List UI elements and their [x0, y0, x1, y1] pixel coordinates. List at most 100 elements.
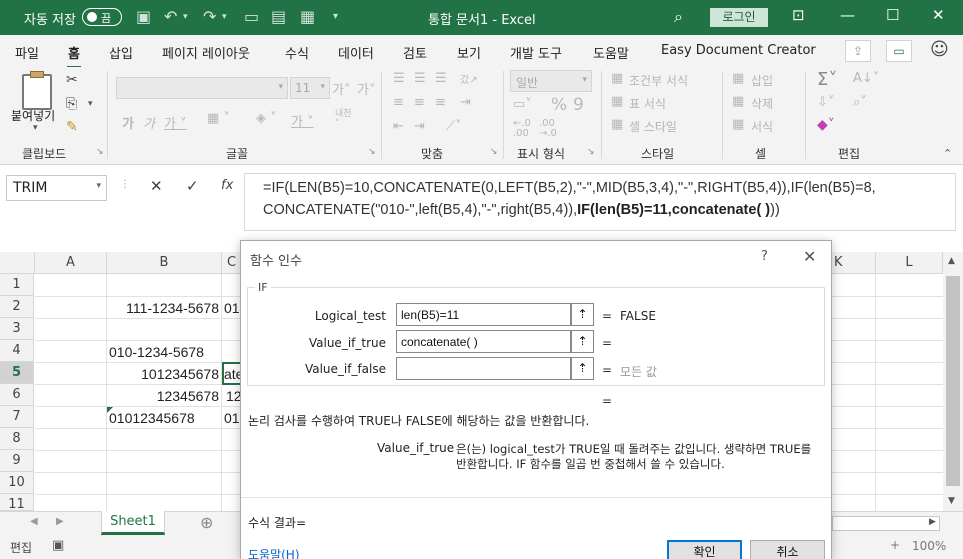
cut-icon[interactable]: ✂	[66, 72, 78, 88]
column-header[interactable]: K	[832, 252, 876, 274]
collapse-dialog-button[interactable]: ⇡	[571, 330, 594, 353]
insert-cells-label[interactable]: 삽입	[751, 72, 773, 89]
comments-button[interactable]: ▭	[886, 40, 912, 62]
align-center-icon[interactable]: ≡	[414, 95, 425, 110]
fill-icon[interactable]: ⇩˅	[817, 95, 834, 110]
clear-icon[interactable]: ◆˅	[817, 117, 835, 133]
tab-data[interactable]: 데이터	[338, 43, 374, 62]
cell-B4[interactable]: 010-1234-5678	[109, 344, 204, 360]
tab-review[interactable]: 검토	[403, 43, 427, 62]
save-icon[interactable]: ▣	[136, 7, 151, 26]
format-painter-icon[interactable]: ✎	[66, 119, 78, 135]
tab-insert[interactable]: 삽입	[109, 43, 133, 62]
scrollbar-thumb[interactable]	[946, 276, 960, 486]
row-header[interactable]: 3	[0, 318, 34, 340]
row-header[interactable]: 9	[0, 450, 34, 472]
column-header[interactable]: B	[107, 252, 222, 274]
orientation-icon[interactable]: 갔↗	[460, 71, 478, 86]
cell-C7[interactable]: 01	[224, 410, 240, 426]
row-header[interactable]: 1	[0, 274, 34, 296]
tab-page-layout[interactable]: 페이지 레이아웃	[162, 43, 250, 62]
row-header[interactable]: 8	[0, 428, 34, 450]
copy-dropdown-icon[interactable]: ▾	[88, 99, 93, 109]
share-button[interactable]: ⇪	[845, 40, 871, 62]
help-icon[interactable]: ?	[761, 249, 768, 264]
align-launcher-icon[interactable]: ↘	[490, 147, 498, 157]
font-name-combo[interactable]: ▾	[116, 77, 288, 99]
border-icon[interactable]: ▦ ˅	[207, 111, 230, 126]
increase-decimal-icon[interactable]: ←.0.00	[513, 119, 531, 139]
scroll-down-icon[interactable]: ▼	[948, 496, 955, 506]
tab-help[interactable]: 도움말	[593, 43, 629, 62]
tab-easy-document-creator[interactable]: Easy Document Creator	[661, 43, 816, 58]
column-header[interactable]: L	[876, 252, 943, 274]
comma-icon[interactable]: 9	[573, 95, 584, 115]
undo-dropdown-icon[interactable]: ▾	[183, 12, 188, 22]
phonetic-icon[interactable]: 내천 ˅	[335, 109, 352, 129]
collapse-dialog-button[interactable]: ⇡	[571, 357, 594, 380]
format-table-label[interactable]: 표 서식	[629, 95, 666, 112]
cell-style-icon[interactable]: ▦	[611, 117, 623, 132]
close-icon[interactable]: ✕	[932, 6, 945, 24]
underline-icon[interactable]: 가 ˅	[164, 113, 187, 132]
align-middle-icon[interactable]: ☰	[414, 71, 426, 86]
column-header[interactable]: A	[35, 252, 107, 274]
zoom-in-icon[interactable]: +	[890, 538, 900, 552]
enter-formula-icon[interactable]: ✓	[186, 177, 199, 195]
add-sheet-icon[interactable]: ⊕	[200, 513, 213, 532]
help-link[interactable]: 도움말(H)	[248, 546, 300, 559]
delete-cells-icon[interactable]: ▦	[732, 94, 744, 109]
cell-B2[interactable]: 111-1234-5678	[107, 300, 219, 316]
text-direction-icon[interactable]: ⟋˅	[446, 119, 462, 134]
font-size-combo[interactable]: 11 ▾	[290, 77, 330, 99]
number-format-combo[interactable]: 일반 ▾	[510, 70, 592, 92]
align-left-icon[interactable]: ≡	[393, 95, 404, 110]
collapse-ribbon-icon[interactable]: ⌃	[943, 147, 952, 160]
print-preview-icon[interactable]: ▦	[300, 7, 315, 26]
tab-formulas[interactable]: 수식	[285, 43, 309, 62]
close-dialog-icon[interactable]: ✕	[803, 247, 816, 266]
row-header[interactable]: 4	[0, 340, 34, 362]
undo-icon[interactable]: ↶	[164, 7, 177, 26]
align-right-icon[interactable]: ≡	[435, 95, 446, 110]
maximize-icon[interactable]: ☐	[886, 6, 899, 24]
row-header-active[interactable]: 5	[0, 362, 34, 384]
increase-indent-icon[interactable]: ⇥	[414, 119, 425, 134]
decrease-indent-icon[interactable]: ⇤	[393, 119, 404, 134]
cell-B7[interactable]: 01012345678	[109, 410, 195, 426]
tab-home[interactable]: 홈	[67, 43, 81, 69]
redo-dropdown-icon[interactable]: ▾	[222, 12, 227, 22]
row-header[interactable]: 2	[0, 296, 34, 318]
cancel-formula-icon[interactable]: ✕	[150, 177, 163, 195]
feedback-smiley-icon[interactable]: ☺	[930, 39, 949, 60]
fill-color-icon[interactable]: ◈ ˅	[256, 111, 277, 126]
redo-icon[interactable]: ↷	[203, 7, 216, 26]
autosave-toggle[interactable]: 끔	[82, 8, 122, 26]
number-launcher-icon[interactable]: ↘	[587, 147, 595, 157]
wrap-text-icon[interactable]: ⇥	[460, 95, 471, 110]
layout-icon[interactable]: ▤	[271, 7, 286, 26]
sheet-tab-sheet1[interactable]: Sheet1	[101, 511, 165, 535]
align-top-icon[interactable]: ☰	[393, 71, 405, 86]
conditional-format-label[interactable]: 조건부 서식	[629, 72, 688, 89]
row-header[interactable]: 7	[0, 406, 34, 428]
font-grow-icon[interactable]: 가˄	[332, 79, 350, 98]
new-file-icon[interactable]: ▭	[244, 7, 259, 26]
clipboard-launcher-icon[interactable]: ↘	[96, 147, 104, 157]
column-header[interactable]: C	[222, 252, 242, 274]
customize-toolbar-icon[interactable]: ▾	[333, 11, 338, 22]
ok-button[interactable]: 확인	[667, 540, 742, 559]
cell-style-label[interactable]: 셀 스타일	[629, 118, 677, 135]
align-bottom-icon[interactable]: ☰	[435, 71, 447, 86]
row-header[interactable]: 6	[0, 384, 34, 406]
italic-icon[interactable]: 가	[143, 113, 155, 132]
cell-C2[interactable]: 01	[224, 300, 240, 316]
ribbon-display-icon[interactable]: ⊡	[792, 6, 805, 24]
search-icon[interactable]: ⌕	[674, 7, 683, 27]
arg-input-value-if-true[interactable]: concatenate( )	[396, 330, 571, 353]
paste-label[interactable]: 붙여넣기	[11, 107, 55, 124]
autosum-icon[interactable]: Σ˅	[817, 69, 837, 90]
horizontal-scrollbar[interactable]	[832, 516, 940, 531]
format-cells-label[interactable]: 서식	[751, 118, 773, 135]
bold-icon[interactable]: 가	[122, 113, 134, 132]
